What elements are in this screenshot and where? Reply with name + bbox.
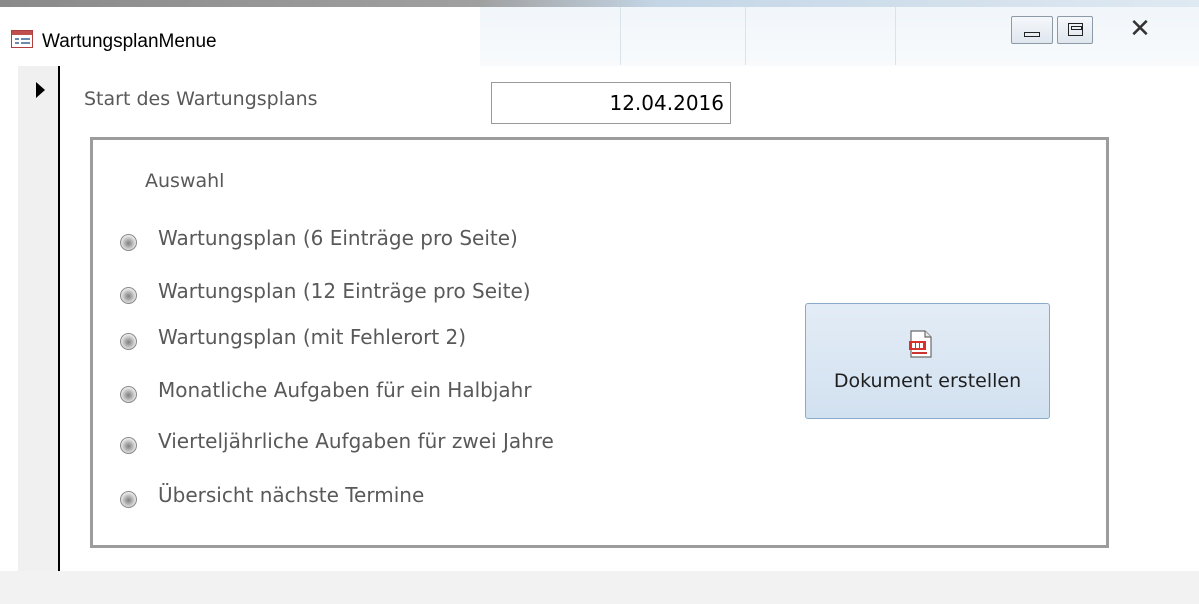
record-selector[interactable] — [18, 66, 60, 571]
title-bar-edge — [0, 0, 1199, 7]
restore-icon — [1068, 23, 1083, 36]
start-date-field[interactable] — [491, 82, 731, 124]
background-separator — [895, 7, 896, 65]
minimize-button[interactable] — [1011, 16, 1053, 44]
close-button[interactable]: ✕ — [1125, 14, 1155, 44]
form-icon — [11, 30, 33, 48]
radio-button[interactable] — [120, 386, 137, 403]
minimize-icon — [1024, 32, 1040, 37]
radio-button[interactable] — [120, 437, 137, 454]
radio-button[interactable] — [120, 491, 137, 508]
title-bar: WartungsplanMenue ✕ — [0, 0, 1199, 67]
background-separator — [745, 7, 746, 65]
radio-label: Übersicht nächste Termine — [158, 483, 425, 507]
start-date-label: Start des Wartungsplans — [84, 88, 318, 110]
form-footer — [0, 571, 1199, 604]
radio-label: Wartungsplan (12 Einträge pro Seite) — [158, 279, 531, 303]
current-record-arrow-icon — [36, 82, 45, 98]
background-separator — [620, 7, 621, 65]
option-group-label: Auswahl — [145, 170, 225, 192]
radio-button[interactable] — [120, 287, 137, 304]
create-document-button[interactable]: Dokument erstellen — [805, 303, 1050, 419]
create-document-label: Dokument erstellen — [833, 370, 1022, 392]
window-title: WartungsplanMenue — [42, 31, 217, 52]
radio-button[interactable] — [120, 234, 137, 251]
radio-label: Wartungsplan (mit Fehlerort 2) — [158, 325, 467, 349]
radio-button[interactable] — [120, 333, 137, 350]
close-icon: ✕ — [1129, 14, 1151, 44]
restore-button[interactable] — [1057, 16, 1093, 44]
pdf-icon — [909, 330, 932, 358]
radio-label: Monatliche Aufgaben für ein Halbjahr — [158, 378, 532, 402]
radio-label: Wartungsplan (6 Einträge pro Seite) — [158, 226, 518, 250]
radio-label: Vierteljährliche Aufgaben für zwei Jahre — [158, 429, 554, 453]
